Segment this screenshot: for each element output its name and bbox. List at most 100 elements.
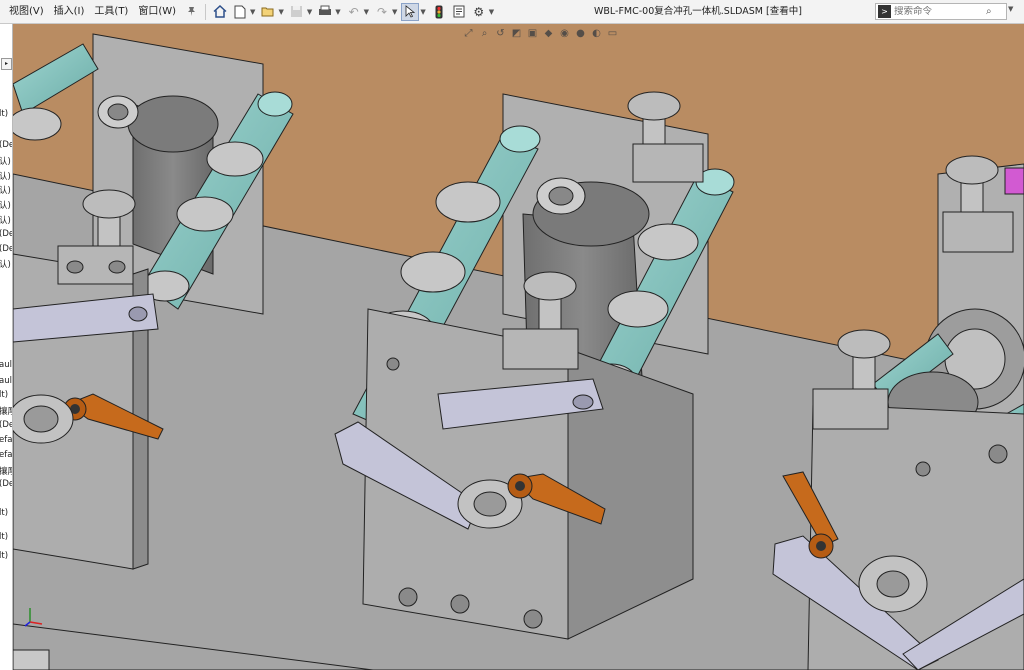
bearing-middle-hole — [548, 186, 574, 206]
chevron-down-icon[interactable]: ▼ — [364, 8, 369, 16]
adjust-knob[interactable] — [837, 329, 891, 359]
base-plate-block — [13, 649, 50, 670]
knob-block — [812, 388, 889, 430]
magenta-part — [1004, 167, 1024, 195]
feature-tree-item[interactable]: 认) — [0, 199, 11, 211]
feature-tree-item[interactable]: lt) — [0, 532, 8, 542]
menu-insert[interactable]: 插入(I) — [49, 0, 90, 24]
adjust-knob-stem — [97, 213, 121, 250]
scene-icon[interactable]: ◐ — [590, 27, 603, 39]
collar-ring — [435, 181, 501, 223]
feature-tree-item[interactable]: lt) — [0, 508, 8, 518]
adjust-knob-stem — [852, 353, 876, 393]
select-pointer-icon[interactable] — [401, 2, 420, 21]
print-icon[interactable] — [316, 3, 334, 21]
graphics-viewport[interactable] — [13, 24, 1024, 670]
view-settings-icon[interactable]: ▭ — [606, 27, 619, 39]
menu-tools[interactable]: 工具(T) — [89, 0, 133, 24]
feature-tree-item[interactable]: lt) — [0, 551, 8, 561]
feature-tree-item[interactable]: (De — [0, 229, 12, 239]
heads-up-view-toolbar: ⤢ ⌕ ↺ ◩ ▣ ◆ ◉ ● ◐ ▭ — [462, 27, 619, 39]
adjust-knob-stem — [960, 178, 984, 218]
collar-ring — [206, 141, 264, 177]
feature-tree-item[interactable]: (De — [0, 140, 12, 150]
display-style-icon[interactable]: ◆ — [542, 27, 555, 39]
edit-appearance-icon[interactable]: ● — [574, 27, 587, 39]
feature-tree-item[interactable]: 攘厚 — [0, 465, 12, 477]
save-icon[interactable] — [288, 3, 306, 21]
feature-tree-item[interactable]: efa — [0, 435, 12, 445]
collar-ring — [637, 223, 699, 261]
chevron-down-icon[interactable]: ▼ — [250, 8, 255, 16]
feature-tree-item[interactable]: efa — [0, 450, 12, 460]
previous-view-icon[interactable]: ↺ — [494, 27, 507, 39]
feature-tree-item[interactable]: 攘厚 — [0, 405, 12, 417]
view-orientation-icon[interactable]: ▣ — [526, 27, 539, 39]
chevron-down-icon[interactable]: ▼ — [307, 8, 312, 16]
chevron-down-icon[interactable]: ▼ — [278, 8, 283, 16]
feature-tree-item[interactable]: lt) — [0, 109, 8, 119]
chevron-down-icon[interactable]: ▼ — [1008, 5, 1013, 13]
feature-tree-item[interactable]: 认) — [0, 170, 11, 182]
section-view-icon[interactable]: ◩ — [510, 27, 523, 39]
knob-block — [502, 328, 579, 370]
screw-head-icon — [816, 541, 826, 551]
feature-tree-item[interactable]: 认) — [0, 214, 11, 226]
menu-view[interactable]: 视图(V) — [4, 0, 49, 24]
drum-left-end — [127, 95, 219, 153]
zoom-area-icon[interactable]: ⌕ — [478, 27, 491, 39]
adjust-knob[interactable] — [627, 91, 681, 121]
home-icon[interactable] — [211, 3, 229, 21]
feature-tree-item[interactable]: aul — [0, 376, 12, 386]
open-icon[interactable] — [259, 3, 277, 21]
feature-tree-item[interactable]: (De — [0, 244, 12, 254]
pin-icon[interactable] — [182, 3, 200, 21]
feature-tree-item[interactable]: 认) — [0, 258, 11, 270]
coordinate-triad-icon — [24, 608, 43, 627]
roller-left-b-cap — [257, 91, 293, 117]
traffic-light-icon[interactable] — [430, 3, 448, 21]
magnifier-icon[interactable]: ⌕ — [986, 6, 992, 17]
plate-hole — [988, 444, 1008, 464]
chevron-down-icon[interactable]: ▼ — [420, 8, 425, 16]
feature-tree-item[interactable]: 认) — [0, 155, 11, 167]
bearing-ring-inner — [23, 405, 59, 433]
adjust-knob[interactable] — [945, 155, 999, 185]
knob-block — [632, 143, 704, 183]
collar-ring — [400, 251, 466, 293]
feature-tree-item[interactable]: lt) — [0, 390, 8, 400]
feature-tree-item[interactable]: aul — [0, 360, 12, 370]
adjust-knob-stem — [538, 295, 562, 335]
zoom-to-fit-icon[interactable]: ⤢ — [462, 27, 475, 39]
bearing-ring-inner — [876, 570, 910, 598]
new-document-icon[interactable] — [231, 3, 249, 21]
plate-hole — [450, 594, 470, 614]
search-commands-field[interactable]: > ⌕ — [875, 3, 1007, 20]
knob-block-hole — [108, 260, 126, 274]
adjust-knob[interactable] — [82, 189, 136, 219]
knob-block-hole — [66, 260, 84, 274]
plate-hole — [915, 461, 931, 477]
plate-hole — [386, 357, 400, 371]
undo-icon[interactable]: ↶ — [345, 3, 363, 21]
hide-show-icon[interactable]: ◉ — [558, 27, 571, 39]
search-input[interactable] — [894, 6, 984, 17]
adjust-knob[interactable] — [523, 271, 577, 301]
chevron-down-icon[interactable]: ▼ — [335, 8, 340, 16]
chevron-down-icon[interactable]: ▼ — [489, 8, 494, 16]
title-toolbar: 视图(V) 插入(I) 工具(T) 窗口(W) ▼ ▼ ▼ ▼ ↶ ▼ ↷ ▼ … — [0, 0, 1024, 24]
redo-icon[interactable]: ↷ — [373, 3, 391, 21]
feature-tree-item[interactable]: 认) — [0, 184, 11, 196]
options-gear-icon[interactable]: ⚙ — [470, 3, 488, 21]
document-title: WBL-FMC-00复合冲孔一体机.SLDASM [查看中] — [594, 6, 802, 17]
file-properties-icon[interactable] — [450, 3, 468, 21]
menu-window[interactable]: 窗口(W) — [133, 0, 181, 24]
plate-hole — [398, 587, 418, 607]
expand-arrow-icon[interactable]: ▸ — [1, 58, 12, 70]
link-arm-pivot — [128, 306, 148, 322]
collar-ring — [607, 290, 669, 328]
feature-tree-item[interactable]: (De — [0, 420, 12, 430]
feature-tree-item[interactable]: (De — [0, 479, 12, 489]
chevron-down-icon[interactable]: ▼ — [392, 8, 397, 16]
feature-tree-panel[interactable]: ▸ lt) (De 认) 认) 认) 认) 认) (De (De 认) aul aul lt) 攘厚 (De… — [0, 24, 13, 670]
